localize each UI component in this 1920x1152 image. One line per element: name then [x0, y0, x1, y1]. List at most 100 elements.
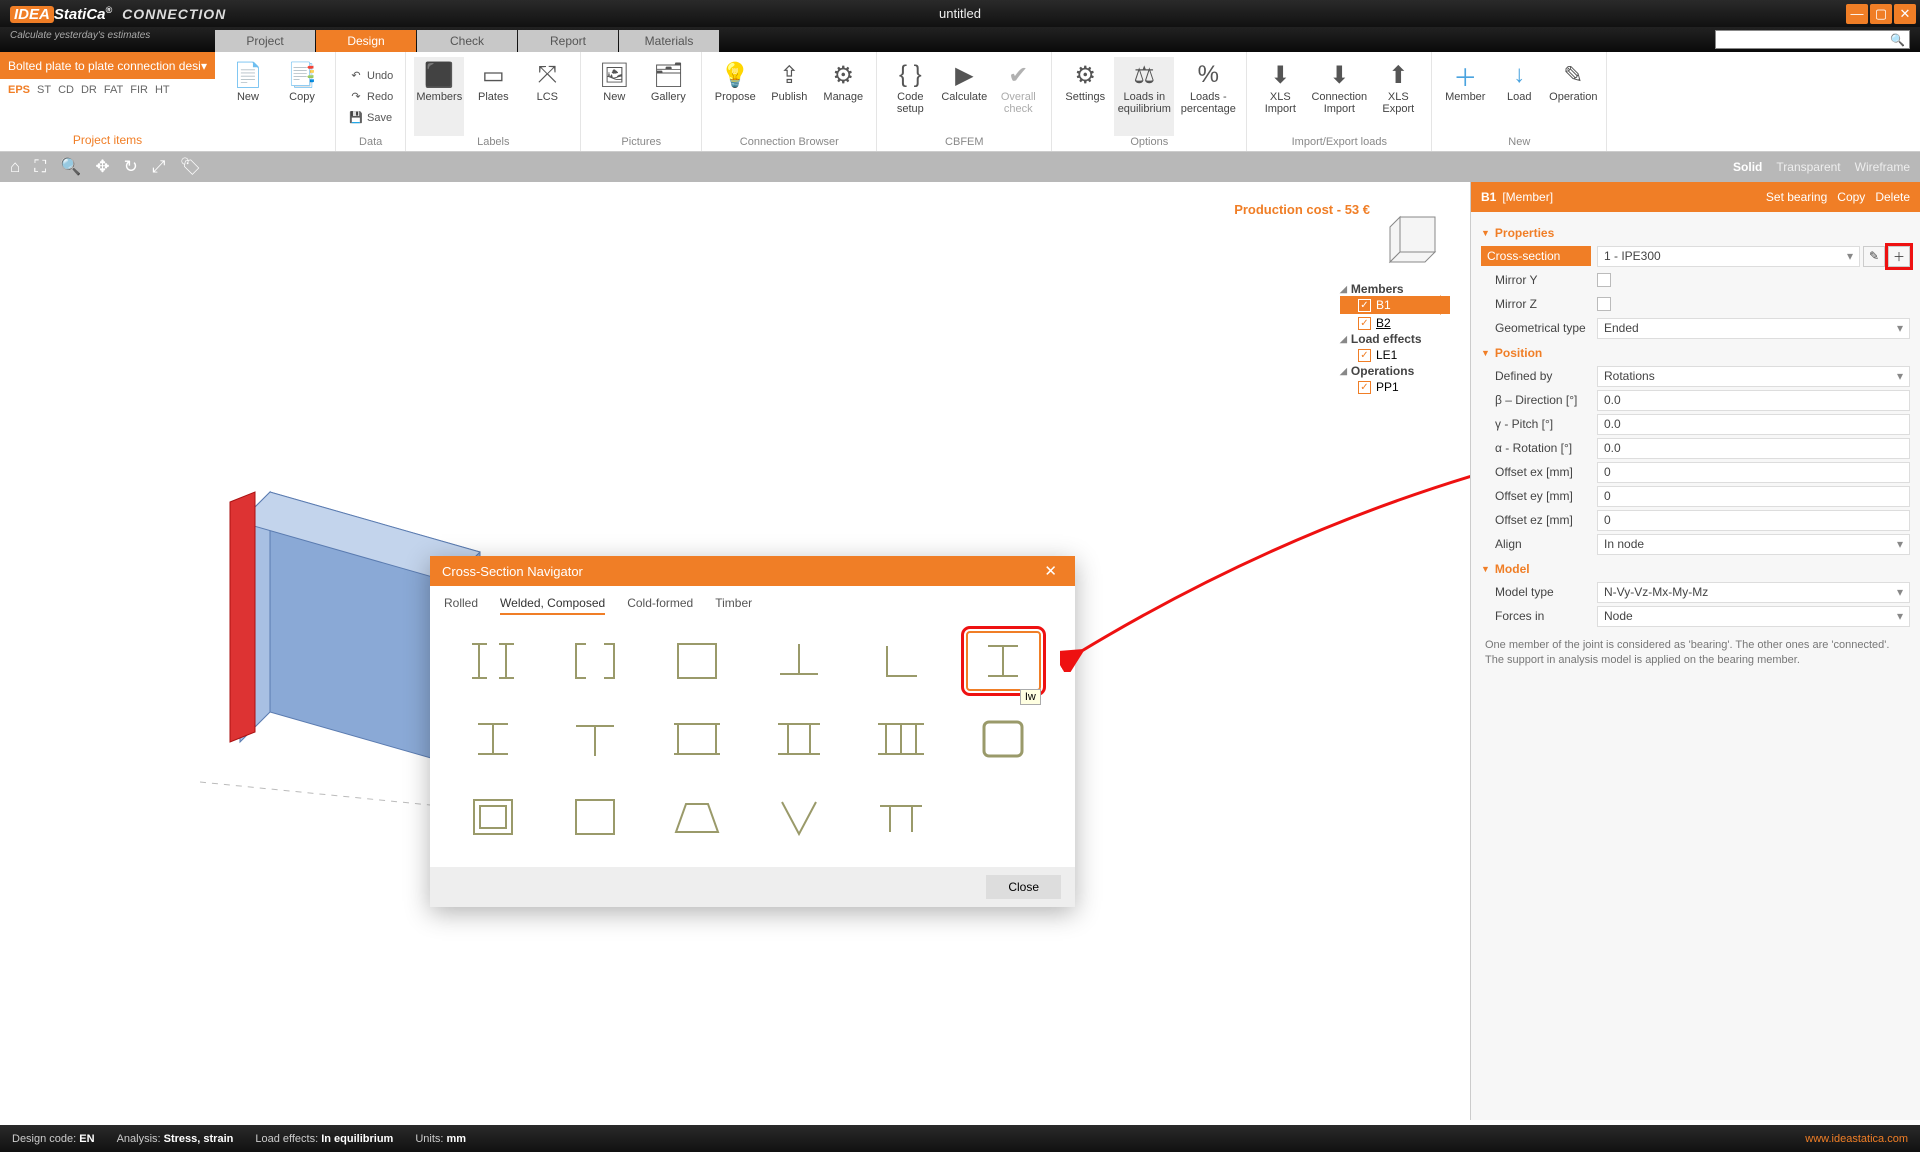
- expand-icon[interactable]: ⤢: [152, 157, 166, 177]
- save-button[interactable]: 💾Save: [344, 108, 397, 128]
- tree-operations[interactable]: Operations: [1340, 364, 1450, 378]
- tree-members[interactable]: Members: [1340, 282, 1450, 296]
- search-input[interactable]: 🔍: [1715, 30, 1910, 49]
- shape-2i[interactable]: [455, 631, 530, 691]
- section-position[interactable]: Position: [1481, 346, 1910, 360]
- shape-hollow2[interactable]: [557, 787, 632, 847]
- dlg-tab-cold[interactable]: Cold-formed: [627, 596, 693, 615]
- shape-trapezoid[interactable]: [659, 787, 734, 847]
- val-offset-ey[interactable]: 0: [1597, 486, 1910, 507]
- tag-icon[interactable]: 🏷: [179, 157, 201, 177]
- plates-button[interactable]: ▭Plates: [468, 57, 518, 136]
- settings-button[interactable]: ⚙Settings: [1060, 57, 1110, 136]
- dlg-tab-welded[interactable]: Welded, Composed: [500, 596, 605, 615]
- tab-design[interactable]: Design: [316, 30, 416, 52]
- xls-export-button[interactable]: ⬆XLS Export: [1373, 57, 1423, 136]
- val-offset-ex[interactable]: 0: [1597, 462, 1910, 483]
- section-model[interactable]: Model: [1481, 562, 1910, 576]
- val-geo-type[interactable]: Ended: [1597, 318, 1910, 339]
- calculate-button[interactable]: ▶Calculate: [939, 57, 989, 136]
- rp-delete-button[interactable]: Delete: [1875, 190, 1910, 204]
- val-align[interactable]: In node: [1597, 534, 1910, 555]
- tab-check[interactable]: Check: [417, 30, 517, 52]
- code-ht[interactable]: HT: [153, 83, 172, 97]
- shape-t[interactable]: [557, 709, 632, 769]
- gallery-button[interactable]: 🗂Gallery: [643, 57, 693, 136]
- chk-mirror-z[interactable]: [1597, 297, 1611, 311]
- code-setup-button[interactable]: { }Code setup: [885, 57, 935, 136]
- manage-button[interactable]: ⚙Manage: [818, 57, 868, 136]
- shape-v[interactable]: [761, 787, 836, 847]
- code-fir[interactable]: FIR: [128, 83, 150, 97]
- maximize-button[interactable]: ▢: [1870, 4, 1892, 24]
- rotate-icon[interactable]: ↻: [124, 157, 138, 177]
- chk-mirror-y[interactable]: [1597, 273, 1611, 287]
- shape-box[interactable]: [659, 631, 734, 691]
- tree-item-b1[interactable]: ✓B1: [1340, 296, 1450, 314]
- members-button[interactable]: ⬛Members: [414, 57, 464, 136]
- 3d-viewport[interactable]: Production cost - 53 € Members ✓B1 ✓B2 L…: [0, 182, 1470, 1120]
- val-model-type[interactable]: N-Vy-Vz-Mx-My-Mz: [1597, 582, 1910, 603]
- loads-percentage-button[interactable]: %Loads - percentage: [1178, 57, 1238, 136]
- val-cross-section[interactable]: 1 - IPE300: [1597, 246, 1860, 267]
- zoom-window-icon[interactable]: ⛶: [34, 157, 46, 177]
- tree-item-le1[interactable]: ✓LE1: [1340, 346, 1450, 364]
- view-wireframe[interactable]: Wireframe: [1855, 160, 1910, 174]
- new-operation-button[interactable]: ✎Operation: [1548, 57, 1598, 136]
- lcs-button[interactable]: ⤧LCS: [522, 57, 572, 136]
- pic-new-button[interactable]: 🖼New: [589, 57, 639, 136]
- val-alpha[interactable]: 0.0: [1597, 438, 1910, 459]
- val-gamma[interactable]: 0.0: [1597, 414, 1910, 435]
- shape-2c[interactable]: [557, 631, 632, 691]
- new-member-button[interactable]: ＋Member: [1440, 57, 1490, 136]
- new-load-button[interactable]: ↓Load: [1494, 57, 1544, 136]
- code-dr[interactable]: DR: [79, 83, 99, 97]
- view-solid[interactable]: Solid: [1733, 160, 1762, 174]
- val-defined-by[interactable]: Rotations: [1597, 366, 1910, 387]
- val-offset-ez[interactable]: 0: [1597, 510, 1910, 531]
- website-link[interactable]: www.ideastatica.com: [1805, 1133, 1908, 1145]
- pan-icon[interactable]: ✥: [95, 157, 109, 177]
- tab-project[interactable]: Project: [215, 30, 315, 52]
- shape-l[interactable]: [864, 631, 939, 691]
- dlg-tab-timber[interactable]: Timber: [715, 596, 752, 615]
- shape-tube[interactable]: [966, 709, 1041, 769]
- undo-button[interactable]: ↶Undo: [344, 66, 397, 86]
- code-eps[interactable]: EPS: [6, 83, 32, 97]
- tree-load-effects[interactable]: Load effects: [1340, 332, 1450, 346]
- dialog-close-icon[interactable]: ✕: [1038, 562, 1063, 580]
- loads-equilibrium-button[interactable]: ⚖Loads in equilibrium: [1114, 57, 1174, 136]
- xls-import-button[interactable]: ⬇XLS Import: [1255, 57, 1305, 136]
- shape-hollow1[interactable]: [455, 787, 530, 847]
- project-item-combo[interactable]: Bolted plate to plate connection desi▾: [0, 52, 215, 79]
- shape-iw[interactable]: Iw: [966, 631, 1041, 691]
- copy-button[interactable]: 📑Copy: [277, 57, 327, 136]
- tab-report[interactable]: Report: [518, 30, 618, 52]
- val-forces-in[interactable]: Node: [1597, 606, 1910, 627]
- propose-button[interactable]: 💡Propose: [710, 57, 760, 136]
- shape-i[interactable]: [455, 709, 530, 769]
- minimize-button[interactable]: —: [1846, 4, 1868, 24]
- edit-cs-button[interactable]: ✎: [1863, 246, 1885, 267]
- tree-item-b2[interactable]: ✓B2: [1340, 314, 1450, 332]
- connection-import-button[interactable]: ⬇Connection Import: [1309, 57, 1369, 136]
- tab-materials[interactable]: Materials: [619, 30, 719, 52]
- view-cube[interactable]: [1380, 202, 1450, 272]
- dialog-close-button[interactable]: Close: [986, 875, 1061, 899]
- overall-check-button[interactable]: ✔Overall check: [993, 57, 1043, 136]
- zoom-icon[interactable]: 🔍: [60, 157, 81, 177]
- val-beta[interactable]: 0.0: [1597, 390, 1910, 411]
- section-properties[interactable]: Properties: [1481, 226, 1910, 240]
- dlg-tab-rolled[interactable]: Rolled: [444, 596, 478, 615]
- close-button[interactable]: ✕: [1894, 4, 1916, 24]
- tree-item-pp1[interactable]: ✓PP1: [1340, 378, 1450, 396]
- view-transparent[interactable]: Transparent: [1776, 160, 1840, 174]
- shape-3i[interactable]: [864, 709, 939, 769]
- new-button[interactable]: 📄New: [223, 57, 273, 136]
- set-bearing-button[interactable]: Set bearing: [1766, 190, 1827, 204]
- redo-button[interactable]: ↷Redo: [344, 87, 397, 107]
- home-icon[interactable]: ⌂: [10, 157, 20, 177]
- code-fat[interactable]: FAT: [102, 83, 125, 97]
- shape-box2[interactable]: [659, 709, 734, 769]
- code-st[interactable]: ST: [35, 83, 53, 97]
